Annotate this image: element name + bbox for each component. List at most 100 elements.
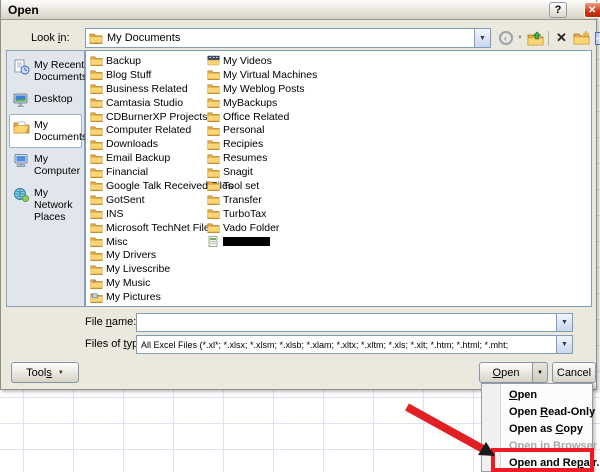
sidebar-item-my-documents[interactable]: My Documents xyxy=(9,114,82,148)
folder-icon xyxy=(89,32,103,44)
dialog-title: Open xyxy=(8,3,39,17)
file-item-label: CDBurnerXP Projects xyxy=(106,111,207,123)
folder-icon xyxy=(207,153,220,164)
help-button[interactable]: ? xyxy=(549,2,567,18)
folder-music-icon: ♪ xyxy=(90,278,103,289)
file-item[interactable]: Transfer xyxy=(207,193,317,207)
chevron-down-icon: ▼ xyxy=(58,370,64,376)
menu-item-open[interactable]: Open xyxy=(482,387,592,404)
folder-icon xyxy=(207,222,220,233)
open-button-label: Open xyxy=(493,367,520,379)
back-icon[interactable]: ‹ xyxy=(497,29,514,47)
folder-icon xyxy=(207,194,220,205)
create-new-folder-icon[interactable] xyxy=(573,29,590,47)
cancel-button-label: Cancel xyxy=(557,367,591,379)
file-icon xyxy=(207,236,220,247)
file-item[interactable]: My Livescribe xyxy=(90,262,233,276)
sidebar-item-network-places[interactable]: My Network Places xyxy=(9,182,82,228)
sidebar-item-desktop[interactable]: Desktop xyxy=(9,88,82,114)
back-dropdown-icon[interactable]: ▼ xyxy=(517,35,524,41)
network-places-icon xyxy=(13,187,31,203)
file-item-label: TurboTax xyxy=(223,208,266,220)
file-item-label: Tool set xyxy=(223,180,259,192)
files-of-type-value: All Excel Files (*.xl*; *.xlsx; *.xlsm; … xyxy=(137,340,524,350)
file-item[interactable]: My Pictures xyxy=(90,290,233,304)
folder-icon xyxy=(207,69,220,80)
open-split-dropdown[interactable]: ▼ xyxy=(533,362,548,383)
chevron-down-icon[interactable]: ▼ xyxy=(556,314,572,331)
folder-icon xyxy=(90,167,103,178)
up-one-level-icon[interactable] xyxy=(527,29,544,47)
folder-icon xyxy=(90,264,103,275)
files-of-type-combo[interactable]: All Excel Files (*.xl*; *.xlsx; *.xlsm; … xyxy=(136,335,573,354)
file-item-label: My Music xyxy=(106,277,150,289)
close-button[interactable]: ✕ xyxy=(584,2,600,18)
file-item-label: Camtasia Studio xyxy=(106,97,183,109)
folder-icon xyxy=(207,180,220,191)
file-item[interactable]: TurboTax xyxy=(207,207,317,221)
file-item[interactable]: MyBackups xyxy=(207,96,317,110)
file-item[interactable]: Snagit xyxy=(207,165,317,179)
file-item[interactable]: Personal xyxy=(207,123,317,137)
file-item-label: Financial xyxy=(106,166,148,178)
file-item-label: Blog Stuff xyxy=(106,69,151,81)
tools-button-label: Tools xyxy=(26,367,52,379)
menu-item-open-read-only[interactable]: Open Read-Only xyxy=(482,404,592,421)
file-item-label: Computer Related xyxy=(106,124,191,136)
views-icon[interactable] xyxy=(593,29,600,47)
file-item[interactable]: Tool set xyxy=(207,179,317,193)
folder-icon xyxy=(90,69,103,80)
my-computer-icon xyxy=(13,153,31,169)
file-item[interactable]: Resumes xyxy=(207,151,317,165)
file-item[interactable]: Vado Folder xyxy=(207,221,317,235)
file-item[interactable]: Office Related xyxy=(207,110,317,124)
chevron-down-icon[interactable]: ▼ xyxy=(474,29,490,47)
open-button[interactable]: Open xyxy=(479,362,533,383)
file-item[interactable]: My Drivers xyxy=(90,248,233,262)
file-item-label: My Pictures xyxy=(106,291,161,303)
file-item-label: Recipies xyxy=(223,138,263,150)
file-item-label: My Livescribe xyxy=(106,263,170,275)
file-name-input[interactable]: ▼ xyxy=(136,313,573,332)
file-item-label: Transfer xyxy=(223,194,262,206)
open-options-menu: OpenOpen Read-OnlyOpen as CopyOpen in Br… xyxy=(481,383,593,472)
file-list: Backup Blog Stuff Business Related Camtasia… xyxy=(85,50,592,307)
file-item-label: INS xyxy=(106,208,124,220)
folder-icon xyxy=(90,97,103,108)
file-item-label: Resumes xyxy=(223,152,267,164)
folder-videos-icon xyxy=(207,55,220,66)
sidebar-item-my-computer[interactable]: My Computer xyxy=(9,148,82,182)
cancel-button[interactable]: Cancel xyxy=(552,362,596,383)
folder-icon xyxy=(90,194,103,205)
folder-icon xyxy=(90,208,103,219)
folder-icon xyxy=(90,153,103,164)
chevron-down-icon[interactable]: ▼ xyxy=(556,336,572,353)
svg-text:♪: ♪ xyxy=(92,278,95,285)
file-item[interactable]: My Videos xyxy=(207,54,317,68)
file-item[interactable]: Recipies xyxy=(207,137,317,151)
menu-item-open-in-browser: Open in Browser xyxy=(482,438,592,455)
file-item-label: Backup xyxy=(106,55,141,67)
folder-icon xyxy=(207,208,220,219)
file-item-label: Misc xyxy=(106,236,128,248)
file-item[interactable]: My Weblog Posts xyxy=(207,82,317,96)
file-item-label: My Virtual Machines xyxy=(223,69,317,81)
sidebar-item-label: My Network Places xyxy=(34,187,80,223)
folder-icon xyxy=(90,55,103,66)
file-item[interactable]: My Virtual Machines xyxy=(207,68,317,82)
toolbar-separator xyxy=(548,31,549,46)
file-item-label: Vado Folder xyxy=(223,222,279,234)
tools-button[interactable]: Tools ▼ xyxy=(11,362,79,383)
file-item[interactable] xyxy=(207,235,317,249)
file-item-label: Business Related xyxy=(106,83,188,95)
delete-icon[interactable]: ✕ xyxy=(553,29,570,47)
file-name-label: File name: xyxy=(85,316,136,328)
file-item[interactable]: ♪ My Music xyxy=(90,276,233,290)
places-bar: My Recent DocumentsDesktopMy DocumentsMy… xyxy=(6,50,85,307)
menu-item-open-as-copy[interactable]: Open as Copy xyxy=(482,421,592,438)
menu-item-open-and-repair[interactable]: Open and Repair... xyxy=(482,455,592,472)
file-item-label: GotSent xyxy=(106,194,145,206)
folder-icon xyxy=(90,125,103,136)
sidebar-item-recent-documents[interactable]: My Recent Documents xyxy=(9,54,82,88)
look-in-combo[interactable]: My Documents ▼ xyxy=(85,28,491,48)
